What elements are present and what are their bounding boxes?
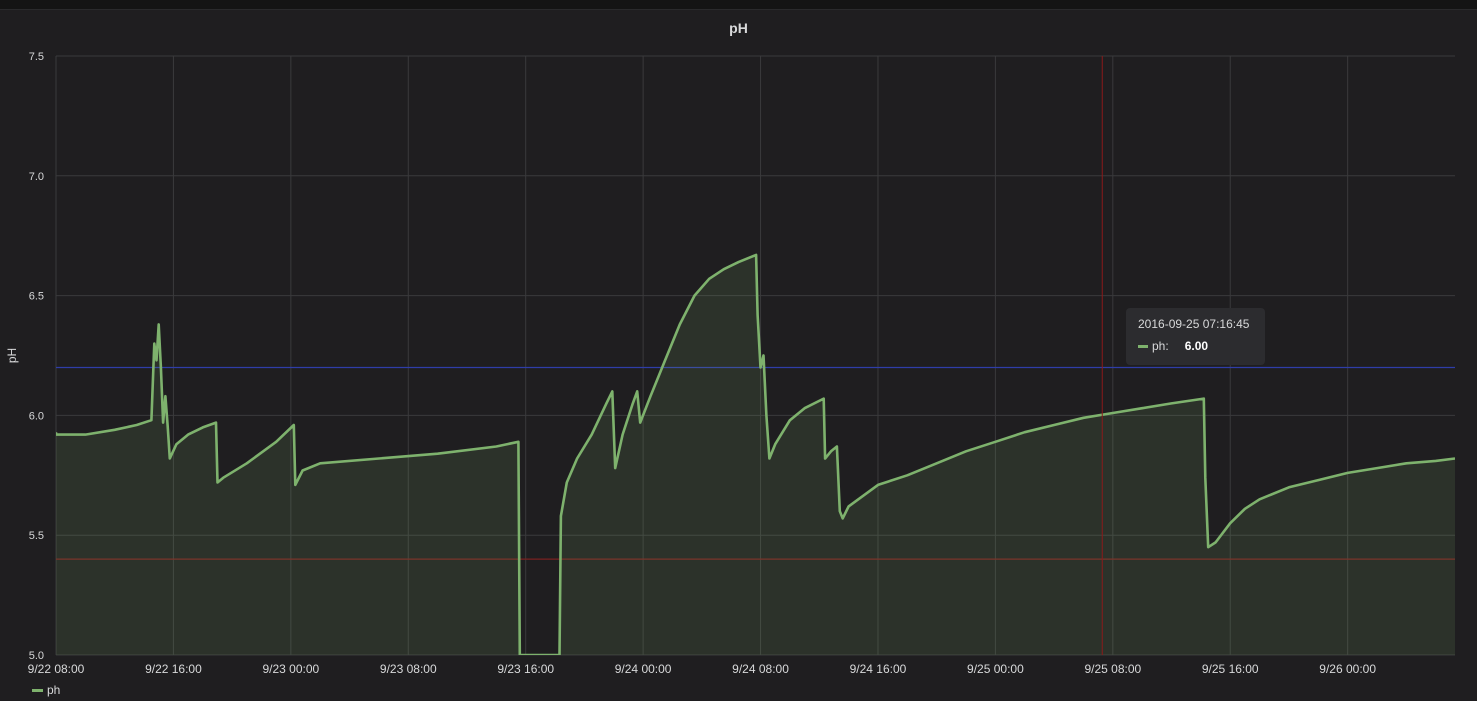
x-tick-label: 9/24 16:00 [850, 662, 907, 676]
y-tick-label: 5.0 [29, 650, 44, 662]
x-tick-label: 9/25 00:00 [967, 662, 1024, 676]
y-axis-title: pH [5, 348, 19, 363]
y-tick-label: 5.5 [29, 530, 44, 542]
x-tick-label: 9/23 08:00 [380, 662, 437, 676]
x-tick-label: 9/22 16:00 [145, 662, 202, 676]
x-tick-label: 9/24 08:00 [732, 662, 789, 676]
legend-swatch-ph [32, 688, 43, 692]
tooltip-time: 2016-09-25 07:16:45 [1138, 317, 1250, 331]
x-tick-label: 9/25 16:00 [1202, 662, 1259, 676]
tooltip-series-swatch [1138, 344, 1148, 348]
tooltip-series-label: ph: [1152, 339, 1169, 353]
y-tick-label: 6.0 [29, 410, 44, 422]
x-tick-label: 9/23 16:00 [497, 662, 554, 676]
hover-tooltip: 2016-09-25 07:16:45 ph: 6.00 [1126, 308, 1265, 365]
x-tick-label: 9/23 00:00 [262, 662, 319, 676]
x-tick-label: 9/25 08:00 [1084, 662, 1141, 676]
tooltip-row: ph: 6.00 [1138, 339, 1253, 353]
y-tick-label: 6.5 [29, 291, 44, 303]
y-tick-label: 7.5 [29, 51, 44, 63]
x-tick-label: 9/24 00:00 [615, 662, 672, 676]
y-tick-label: 7.0 [29, 171, 44, 183]
tooltip-value: 6.00 [1184, 339, 1209, 353]
legend: ph [32, 683, 60, 697]
x-tick-label: 9/26 00:00 [1319, 662, 1376, 676]
legend-item-ph[interactable]: ph [47, 683, 60, 697]
x-tick-label: 9/22 08:00 [28, 662, 85, 676]
